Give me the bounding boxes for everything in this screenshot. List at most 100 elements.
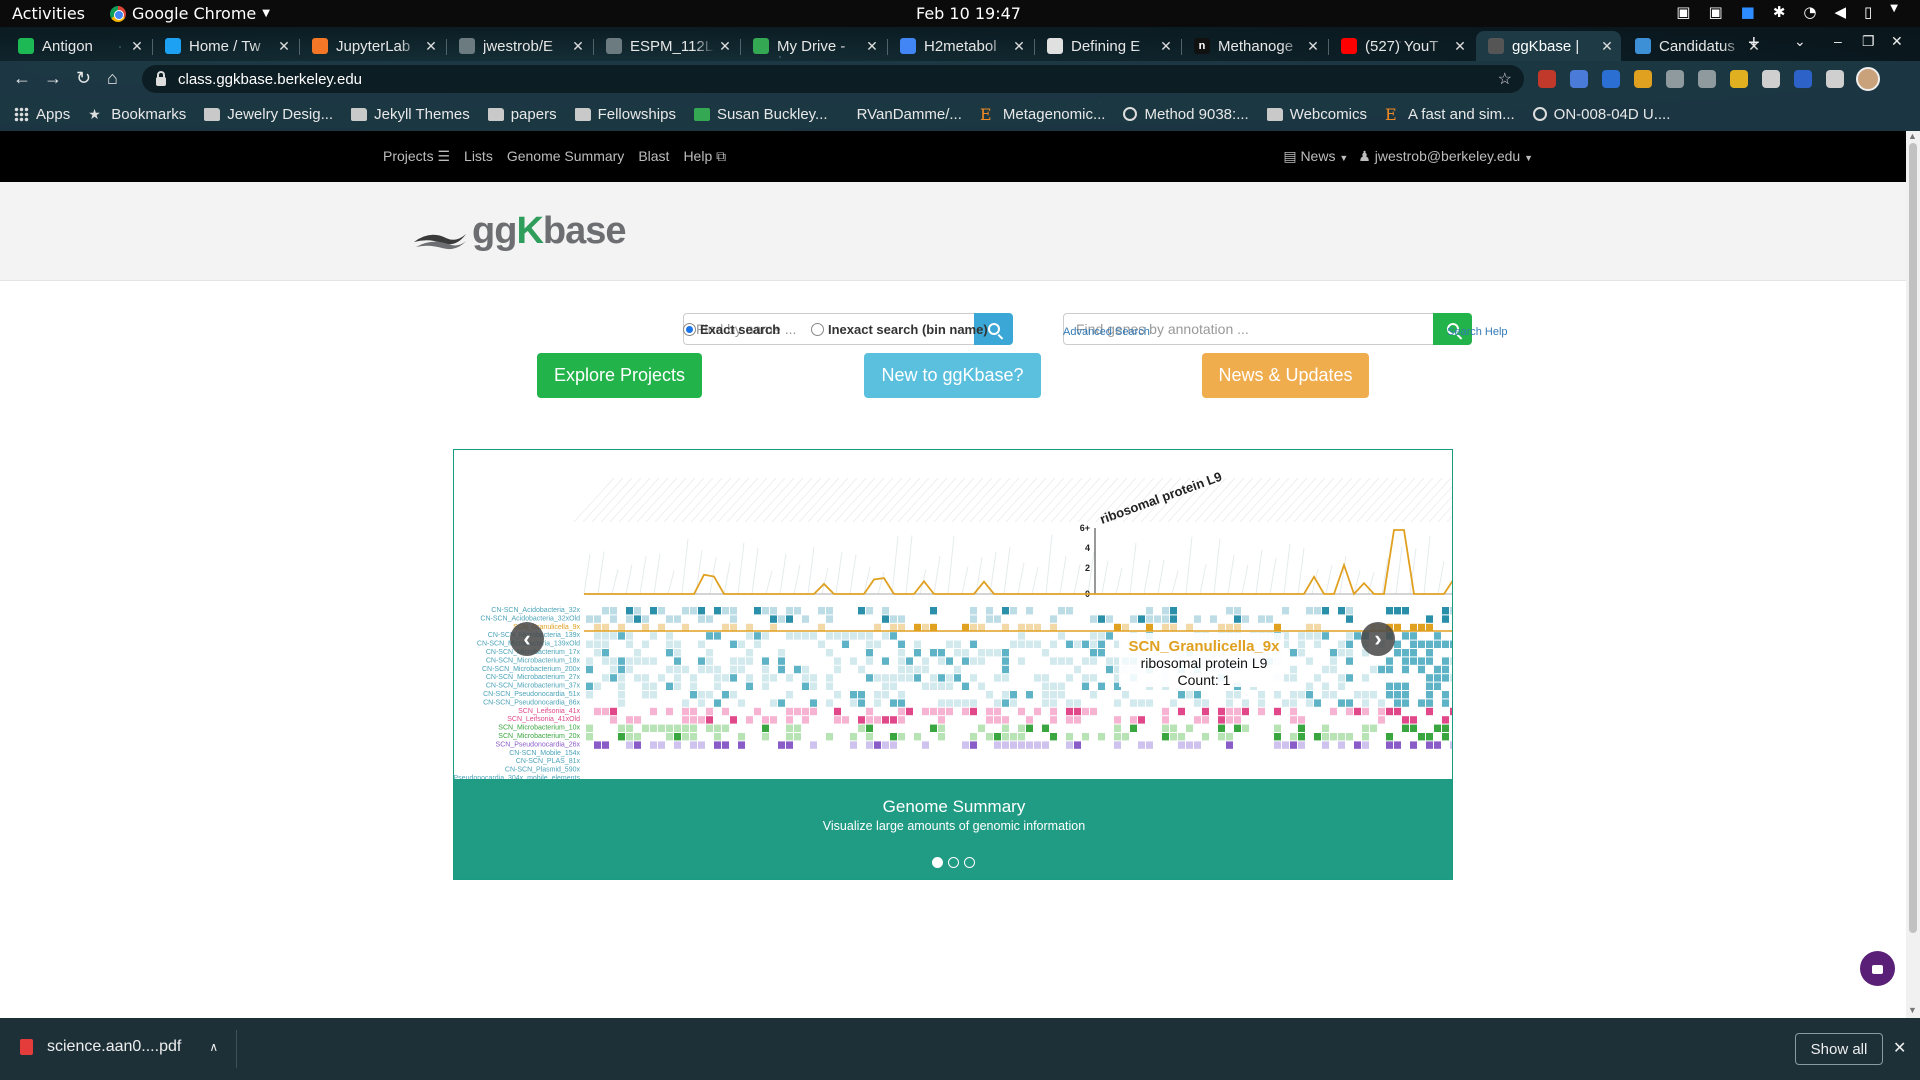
browser-tab[interactable]: (527) YouT ✕ (1329, 31, 1474, 61)
browser-tab[interactable]: jwestrob/E ✕ (447, 31, 592, 61)
address-bar[interactable]: class.ggkbase.berkeley.edu ☆ (142, 65, 1524, 93)
ggkbase-logo[interactable]: ggKbase (412, 212, 627, 250)
browser-tab[interactable]: Antigon ✕ (6, 31, 151, 61)
scroll-down-icon[interactable]: ▼ (1908, 1005, 1917, 1015)
tab-close-icon[interactable]: ✕ (127, 38, 147, 55)
tab-close-icon[interactable]: ✕ (421, 38, 441, 55)
bookmark-item[interactable]: Jekyll Themes (351, 106, 470, 123)
carousel[interactable]: 6+ 4 2 0 ribosomal protein L9 CN-SCN_Acidobac… (453, 449, 1453, 880)
update-icon[interactable]: ▣ (1676, 3, 1690, 21)
extension-icon-6[interactable] (1698, 70, 1716, 88)
bookmark-item[interactable]: Webcomics (1266, 106, 1367, 123)
app-menu[interactable]: Google Chrome ▼ (110, 4, 270, 23)
activities-button[interactable]: Activities (12, 4, 85, 23)
scrollbar-thumb[interactable] (1909, 143, 1917, 933)
advanced-search-link[interactable]: Advanced Search (1063, 326, 1150, 338)
bookmark-item[interactable]: Apps (14, 106, 70, 123)
tab-close-icon[interactable]: ✕ (1450, 38, 1470, 55)
browser-tab[interactable]: Defining E ✕ (1035, 31, 1180, 61)
zoom-icon[interactable]: ■ (1741, 3, 1755, 21)
tab-close-icon[interactable]: ✕ (862, 38, 882, 55)
maximize-icon[interactable]: ❐ (1862, 33, 1875, 50)
tab-close-icon[interactable]: ✕ (274, 38, 294, 55)
bookmark-item[interactable]: E Metagenomic... (980, 106, 1106, 123)
browser-tab[interactable]: H2metabol ✕ (888, 31, 1033, 61)
update-icon-2[interactable]: ▣ (1708, 3, 1722, 21)
scroll-up-icon[interactable]: ▲ (1908, 131, 1917, 141)
profile-avatar[interactable] (1856, 67, 1880, 91)
close-window-icon[interactable]: ✕ (1891, 33, 1903, 50)
show-all-button[interactable]: Show all (1795, 1033, 1883, 1065)
browser-tab[interactable]: ggKbase | ✕ (1476, 31, 1621, 61)
system-tray[interactable]: ▣ ▣ ■ ✱ ◔ ◀ ▯ ▼ (1676, 3, 1898, 21)
bookmark-item[interactable]: Jewelry Desig... (204, 106, 333, 123)
bookmark-item[interactable]: ★ Bookmarks (88, 106, 186, 123)
wifi-icon[interactable]: ◔ (1803, 3, 1816, 21)
reload-icon[interactable]: ↻ (76, 68, 91, 89)
tab-close-icon[interactable]: ✕ (1597, 38, 1617, 55)
browser-tab[interactable]: JupyterLab ✕ (300, 31, 445, 61)
ublock-extension-icon[interactable] (1538, 70, 1556, 88)
carousel-next-icon[interactable]: › (1361, 622, 1395, 656)
minimize-icon[interactable]: – (1834, 33, 1842, 49)
carousel-indicator-dot[interactable] (932, 857, 943, 868)
clock[interactable]: Feb 10 19:47 (916, 4, 1021, 23)
download-item[interactable]: science.aan0....pdf ∧ (20, 1038, 218, 1056)
bookmark-star-icon[interactable]: ☆ (1498, 69, 1512, 89)
power-menu-icon[interactable]: ▼ (1890, 3, 1898, 21)
explore-projects-button[interactable]: Explore Projects (537, 353, 702, 398)
browser-tab[interactable]: n Methanoge ✕ (1182, 31, 1327, 61)
warning-extension-icon[interactable] (1730, 70, 1748, 88)
inexact-search-radio[interactable] (811, 323, 824, 336)
reading-list-icon[interactable] (1826, 70, 1844, 88)
extension-icon-5[interactable] (1666, 70, 1684, 88)
paypal-extension-icon[interactable] (1602, 70, 1620, 88)
news-updates-button[interactable]: News & Updates (1202, 353, 1369, 398)
privacy-lock-icon[interactable] (1860, 951, 1895, 986)
lock-icon[interactable] (156, 70, 166, 86)
page-scrollbar[interactable]: ▲ ▼ (1906, 131, 1920, 1018)
nav-lists[interactable]: Lists (464, 148, 493, 165)
exact-search-option[interactable]: Exact search (683, 322, 780, 337)
search-help-link[interactable]: Search Help (1447, 326, 1508, 338)
nav-genome-summary[interactable]: Genome Summary (507, 148, 624, 165)
close-download-bar-icon[interactable]: ✕ (1893, 1038, 1906, 1058)
slack-icon[interactable]: ✱ (1773, 3, 1786, 21)
puzzle-extensions-icon[interactable] (1762, 70, 1780, 88)
exact-search-radio[interactable] (683, 323, 696, 336)
bookmark-item[interactable]: Susan Buckley... (693, 106, 828, 123)
bookmark-item[interactable]: papers (487, 106, 557, 123)
cast-extension-icon[interactable] (1794, 70, 1812, 88)
new-to-ggkbase-button[interactable]: New to ggKbase? (864, 353, 1041, 398)
carousel-indicator-dot[interactable] (964, 857, 975, 868)
tab-close-icon[interactable]: ✕ (1156, 38, 1176, 55)
translate-extension-icon[interactable] (1570, 70, 1588, 88)
tab-close-icon[interactable]: ✕ (1009, 38, 1029, 55)
carousel-prev-icon[interactable]: ‹ (510, 622, 544, 656)
tab-close-icon[interactable]: ✕ (568, 38, 588, 55)
chevron-up-icon[interactable]: ∧ (209, 1040, 218, 1054)
home-icon[interactable]: ⌂ (107, 68, 118, 89)
tab-search-icon[interactable]: ⌄ (1794, 33, 1806, 50)
tab-close-icon[interactable]: ✕ (715, 38, 735, 55)
nav-blast[interactable]: Blast (638, 148, 669, 165)
bookmark-item[interactable]: RVanDamme/... (846, 106, 962, 123)
browser-tab[interactable]: My Drive - ✕ (741, 31, 886, 61)
bookmark-item[interactable]: E A fast and sim... (1385, 106, 1515, 123)
battery-icon[interactable]: ▯ (1864, 3, 1872, 21)
drive-extension-icon[interactable] (1634, 70, 1652, 88)
browser-tab[interactable]: ESPM_112L ✕ (594, 31, 739, 61)
back-icon[interactable]: ← (13, 68, 31, 89)
nav-user[interactable]: ♟ jwestrob@berkeley.edu ▼ (1358, 148, 1533, 165)
bookmark-item[interactable]: Method 9038:... (1123, 106, 1249, 123)
inexact-search-option[interactable]: Inexact search (bin name) (811, 322, 988, 337)
nav-help[interactable]: Help ⧉ (683, 148, 726, 165)
tab-close-icon[interactable]: ✕ (1303, 38, 1323, 55)
volume-icon[interactable]: ◀ (1834, 3, 1846, 21)
bookmark-item[interactable]: Fellowships (574, 106, 676, 123)
nav-news[interactable]: ▤ News ▼ (1283, 148, 1348, 165)
forward-icon[interactable]: → (44, 68, 62, 89)
carousel-indicator-dot[interactable] (948, 857, 959, 868)
browser-tab[interactable]: Home / Tw ✕ (153, 31, 298, 61)
new-tab-button[interactable]: + (1748, 32, 1760, 55)
